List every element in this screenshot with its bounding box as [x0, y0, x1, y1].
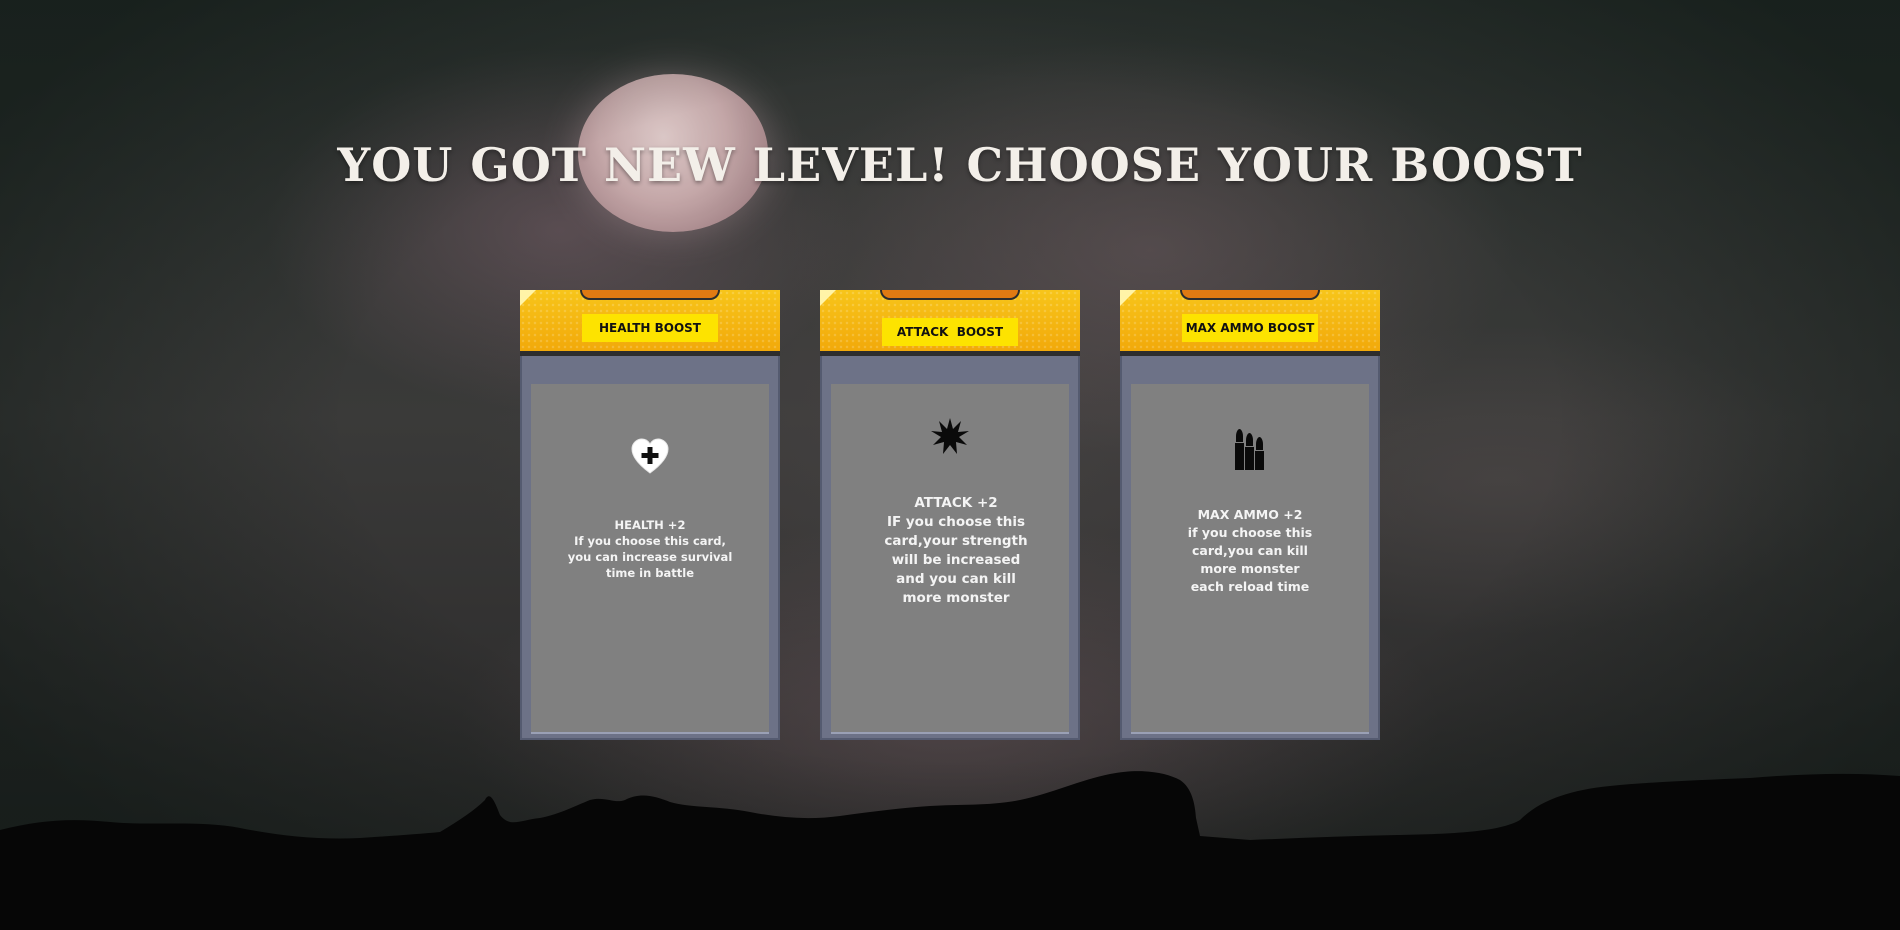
card-title: ATTACK BOOST [896, 325, 1004, 339]
card-bottom-edge [1131, 732, 1369, 734]
bullets-icon [1131, 428, 1369, 477]
card-title-box: HEALTH BOOST [582, 314, 718, 342]
explosion-icon [831, 416, 1069, 461]
mountain-silhouette [0, 771, 1900, 930]
card-description-text: if you choose this card,you can kill mor… [1187, 525, 1313, 594]
card-body: MAX AMMO +2 if you choose this card,you … [1131, 384, 1369, 732]
card-description: HEALTH +2 If you choose this card, you c… [565, 517, 735, 581]
card-body: ATTACK +2 IF you choose this card,your s… [831, 384, 1069, 732]
card-header: MAX AMMO BOOST [1120, 290, 1380, 356]
max-ammo-boost-card[interactable]: MAX AMMO BOOST MAX AMMO +2 if you choose… [1120, 290, 1380, 740]
card-title: MAX AMMO BOOST [1185, 321, 1315, 335]
card-description-text: IF you choose this card,your strength wi… [884, 514, 1028, 606]
card-header-tab [1180, 290, 1320, 300]
attack-boost-card[interactable]: ATTACK BOOST ATTACK +2 IF you choose thi… [820, 290, 1080, 740]
card-title: HEALTH BOOST [599, 321, 701, 335]
card-header: ATTACK BOOST [820, 290, 1080, 356]
card-title-box: ATTACK BOOST [882, 318, 1018, 346]
card-bottom-edge [531, 732, 769, 734]
card-title-box: MAX AMMO BOOST [1182, 314, 1318, 342]
card-corner [1120, 290, 1136, 306]
card-bottom-edge [831, 732, 1069, 734]
card-description-text: If you choose this card, you can increas… [567, 534, 733, 580]
card-body: HEALTH +2 If you choose this card, you c… [531, 384, 769, 732]
heart-plus-icon [531, 438, 769, 481]
card-stat: HEALTH +2 [614, 518, 686, 532]
card-description: ATTACK +2 IF you choose this card,your s… [881, 494, 1031, 608]
card-description: MAX AMMO +2 if you choose this card,you … [1185, 506, 1315, 596]
health-boost-card[interactable]: HEALTH BOOST HEALTH +2 If you choose thi… [520, 290, 780, 740]
card-header-tab [580, 290, 720, 300]
card-header-tab [880, 290, 1020, 300]
card-corner [520, 290, 536, 306]
card-stat: ATTACK +2 [914, 495, 998, 511]
card-stat: MAX AMMO +2 [1197, 507, 1303, 522]
card-header: HEALTH BOOST [520, 290, 780, 356]
card-corner [820, 290, 836, 306]
